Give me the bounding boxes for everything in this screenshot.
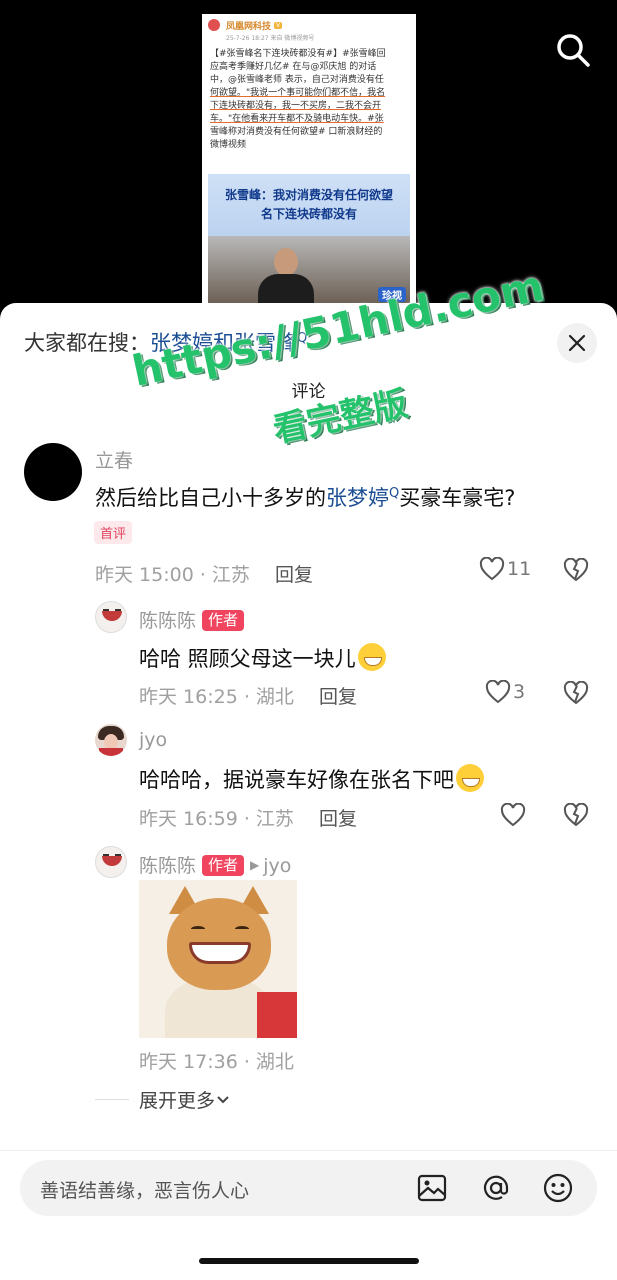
vip-badge: V bbox=[274, 21, 283, 29]
post-body-line: 中，@张雪峰老师 表示，自己对消费没有任 bbox=[210, 75, 384, 85]
cat-sticker-image[interactable] bbox=[139, 880, 297, 1038]
comment-input[interactable]: 善语结善缘，恶言伤人心 bbox=[20, 1160, 597, 1216]
comment-text-part: 买豪车豪宅? bbox=[399, 486, 516, 510]
avatar[interactable] bbox=[95, 846, 127, 878]
like-button[interactable]: 11 bbox=[479, 557, 531, 581]
post-banner: 张雪峰：我对消费没有任何欲望 名下连块砖都没有 bbox=[208, 174, 410, 236]
reply-button[interactable]: 回复 bbox=[319, 804, 357, 831]
post-body-line: 应高考季赚好几亿# 在与@邓庆旭 的对话 bbox=[210, 62, 377, 72]
comment-author[interactable]: 陈陈陈 作者 ▶ jyo bbox=[139, 851, 291, 878]
comment-meta: 昨天 17:36 · 湖北 bbox=[139, 1051, 294, 1073]
laugh-cry-emoji-icon bbox=[456, 764, 484, 792]
at-mention-icon[interactable] bbox=[480, 1172, 512, 1204]
like-button[interactable]: 3 bbox=[485, 680, 525, 704]
banner-line: 名下连块砖都没有 bbox=[260, 207, 357, 221]
search-small-icon: Q bbox=[297, 331, 308, 346]
dislike-heart-icon[interactable] bbox=[563, 803, 589, 827]
comment-text: 哈哈哈，据说豪车好像在张名下吧 bbox=[139, 764, 484, 794]
person-figure bbox=[256, 248, 316, 306]
like-button[interactable] bbox=[500, 803, 528, 827]
divider bbox=[95, 1099, 129, 1100]
source-logo-icon bbox=[208, 19, 220, 31]
post-body-line: 车。"在他看来开车都不及骑电动车快。#张 bbox=[210, 114, 384, 124]
comment-text-part: 然后给比自己小十多岁的 bbox=[95, 486, 326, 510]
close-icon bbox=[568, 334, 586, 352]
comment-author[interactable]: 立春 bbox=[95, 446, 133, 473]
close-button[interactable] bbox=[557, 323, 597, 363]
grin-emoji-icon bbox=[357, 643, 386, 671]
avatar[interactable] bbox=[24, 443, 82, 501]
video-tag: 珍视 bbox=[378, 287, 406, 302]
comment-link[interactable]: 张梦婷 bbox=[326, 486, 389, 510]
post-body-line: 雪峰称对消费没有任何欲望# 口新浪财经的 bbox=[210, 127, 383, 137]
avatar[interactable] bbox=[95, 601, 127, 633]
image-icon[interactable] bbox=[416, 1172, 448, 1204]
post-source: 凤凰网科技 bbox=[226, 21, 272, 32]
post-video-thumbnail[interactable]: 珍视 bbox=[208, 236, 410, 306]
like-count: 11 bbox=[507, 558, 532, 580]
emoji-icon[interactable] bbox=[542, 1172, 574, 1204]
comment-meta: 昨天 16:59 · 江苏 bbox=[139, 808, 294, 830]
expand-more-label: 展开更多 bbox=[139, 1090, 216, 1112]
reply-button[interactable]: 回复 bbox=[275, 560, 313, 587]
dislike-heart-icon[interactable] bbox=[563, 681, 589, 705]
comment-meta: 昨天 15:00 · 江苏 bbox=[95, 564, 250, 586]
comment-text: 哈哈 照顾父母这一块儿 bbox=[139, 643, 386, 673]
post-header: 凤凰网科技 V bbox=[202, 14, 416, 32]
comment-text: 然后给比自己小十多岁的张梦婷Q买豪车豪宅? bbox=[95, 482, 515, 512]
sheet-title: 评论 bbox=[291, 382, 326, 402]
avatar[interactable] bbox=[95, 724, 127, 756]
heart-icon bbox=[485, 680, 511, 704]
comment-input-placeholder: 善语结善缘，恶言伤人心 bbox=[40, 1180, 250, 1202]
reply-arrow-icon: ▶ bbox=[250, 858, 260, 872]
chevron-down-icon bbox=[217, 1095, 229, 1103]
reply-to-name[interactable]: jyo bbox=[263, 855, 291, 877]
expand-more-button[interactable]: 展开更多 bbox=[95, 1086, 231, 1113]
comment-author[interactable]: 陈陈陈 作者 bbox=[139, 606, 245, 633]
post-meta: 25-7-26 18:27 来自 微博视频号 bbox=[226, 35, 315, 42]
heart-icon bbox=[500, 803, 526, 827]
home-indicator[interactable] bbox=[199, 1258, 419, 1264]
comment-author[interactable]: jyo bbox=[139, 729, 167, 751]
like-count: 3 bbox=[513, 681, 526, 703]
sheet-header: 大家都在搜：张梦婷和张雪峰Q bbox=[24, 323, 597, 363]
comment-meta: 昨天 16:25 · 湖北 bbox=[139, 686, 294, 708]
comment-text-part: 哈哈哈，据说豪车好像在张名下吧 bbox=[139, 768, 454, 792]
trending-search-term[interactable]: 张梦婷和张雪峰 bbox=[150, 331, 297, 355]
post-preview-card[interactable]: 凤凰网科技 V 25-7-26 18:27 来自 微博视频号 【#张雪峰名下连块… bbox=[202, 14, 416, 314]
heart-icon bbox=[479, 557, 505, 581]
comment-author-name: 陈陈陈 bbox=[139, 855, 197, 877]
author-badge: 作者 bbox=[202, 855, 245, 876]
post-body-line: 微博视频 bbox=[210, 140, 247, 150]
comment-author-name: 陈陈陈 bbox=[139, 610, 197, 632]
search-icon[interactable] bbox=[553, 30, 593, 70]
trending-search-prefix: 大家都在搜： bbox=[24, 331, 150, 355]
comment-text-part: 哈哈 照顾父母这一块儿 bbox=[139, 647, 356, 671]
divider bbox=[0, 1150, 617, 1151]
comment-sheet: 大家都在搜：张梦婷和张雪峰Q 评论 立春 然后给比自己小十多岁的张梦婷Q买豪车豪… bbox=[0, 303, 617, 1280]
first-comment-badge: 首评 bbox=[94, 521, 133, 544]
banner-line: 张雪峰：我对消费没有任何欲望 bbox=[224, 188, 393, 202]
trending-search[interactable]: 大家都在搜：张梦婷和张雪峰Q bbox=[24, 327, 307, 357]
post-body-line: 何欲望。"我说一个事可能你们都不信，我名 bbox=[210, 88, 386, 98]
author-badge: 作者 bbox=[202, 610, 245, 631]
dislike-heart-icon[interactable] bbox=[563, 558, 589, 582]
reply-button[interactable]: 回复 bbox=[319, 682, 357, 709]
post-body-line: 下连块砖都没有，我一不买房，二我不会开 bbox=[210, 101, 382, 111]
post-body-line: 【#张雪峰名下连块砖都没有#】#张雪峰回 bbox=[210, 49, 386, 59]
post-body: 【#张雪峰名下连块砖都没有#】#张雪峰回 应高考季赚好几亿# 在与@邓庆旭 的对… bbox=[202, 44, 416, 168]
search-small-icon: Q bbox=[389, 486, 400, 501]
